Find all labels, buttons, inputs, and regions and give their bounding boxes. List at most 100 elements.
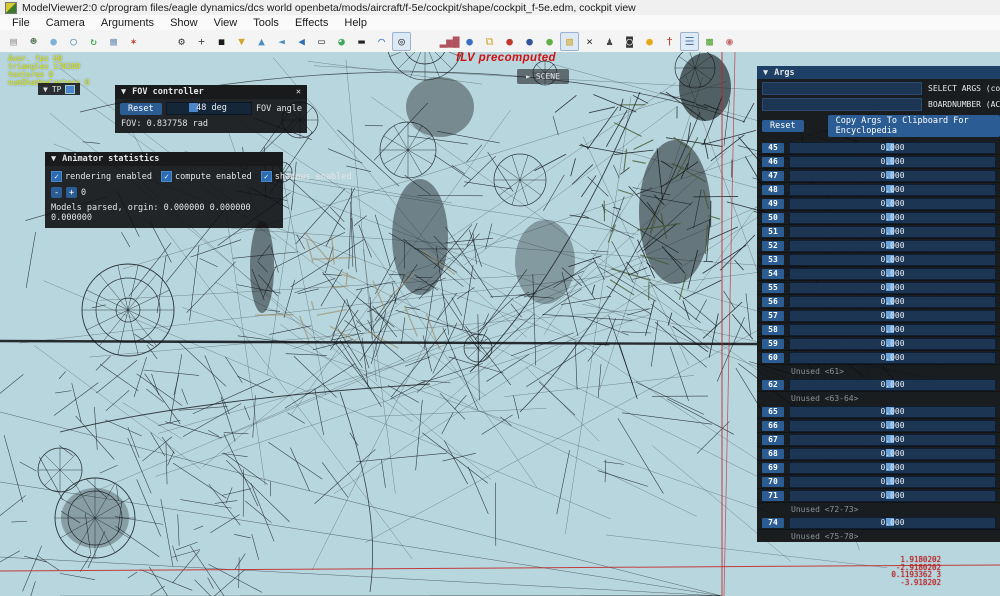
arg-value-slider[interactable]: 0.000 xyxy=(789,309,996,322)
arg-number-button[interactable]: 52 xyxy=(762,240,784,251)
menu-item-tools[interactable]: Tools xyxy=(245,17,287,29)
arg-number-button[interactable]: 49 xyxy=(762,198,784,209)
menu-item-view[interactable]: View xyxy=(206,17,246,29)
menu-item-help[interactable]: Help xyxy=(336,17,375,29)
traffic-light-icon[interactable]: ◕ xyxy=(332,32,351,51)
arg-number-button[interactable]: 67 xyxy=(762,434,784,445)
circle-outline-icon[interactable]: ○ xyxy=(64,32,83,51)
args-panel-titlebar[interactable]: ▼ Args xyxy=(757,66,1000,79)
arg-value-slider[interactable]: 0.000 xyxy=(789,461,996,474)
fov-panel-titlebar[interactable]: ▼ FOV controller ✕ xyxy=(115,85,307,99)
animator-panel-titlebar[interactable]: ▼ Animator statistics xyxy=(45,152,283,166)
menu-item-file[interactable]: File xyxy=(4,17,38,29)
copy-pages-icon[interactable]: ⧉ xyxy=(480,32,499,51)
record-icon[interactable]: ◉ xyxy=(720,32,739,51)
arg-number-button[interactable]: 58 xyxy=(762,324,784,335)
sphere-blue-icon[interactable]: ● xyxy=(460,32,479,51)
image-edit-icon[interactable]: ▧ xyxy=(560,31,579,51)
checkbox-shadows-enabled[interactable]: ✓ shadows enabled xyxy=(260,171,352,182)
menu-item-camera[interactable]: Camera xyxy=(38,17,93,29)
arg-value-slider[interactable]: 0.000 xyxy=(789,141,996,154)
menu-item-arguments[interactable]: Arguments xyxy=(93,17,162,29)
image-icon[interactable]: ▦ xyxy=(104,32,123,51)
outline-list-icon[interactable]: ☰ xyxy=(680,31,699,51)
arg-value-slider[interactable]: 0.000 xyxy=(789,197,996,210)
arg-number-button[interactable]: 53 xyxy=(762,254,784,265)
arg-number-button[interactable]: 69 xyxy=(762,462,784,473)
cone-icon[interactable]: ▲ xyxy=(252,32,271,51)
arg-number-button[interactable]: 71 xyxy=(762,490,784,501)
bar-chart-icon[interactable]: ▂▅▇ xyxy=(440,32,460,51)
mannequin-icon[interactable]: † xyxy=(660,32,679,51)
camera-rig-icon[interactable]: ⚙ xyxy=(172,32,191,51)
arrow-in-icon[interactable]: ◀ xyxy=(292,32,311,51)
circle-dot-icon[interactable]: ◎ xyxy=(392,31,411,51)
arg-value-slider[interactable]: 0.000 xyxy=(789,489,996,502)
arg-value-slider[interactable]: 0.000 xyxy=(789,475,996,488)
arg-value-slider[interactable]: 0.000 xyxy=(789,419,996,432)
arg-value-slider[interactable]: 0.000 xyxy=(789,378,996,391)
open-file-icon[interactable]: ▤ xyxy=(4,32,23,51)
quad-view-icon[interactable]: ◼ xyxy=(212,32,231,51)
arg-number-button[interactable]: 46 xyxy=(762,156,784,167)
arg-value-slider[interactable]: 0.000 xyxy=(789,239,996,252)
monitor-icon[interactable]: ▭ xyxy=(312,32,331,51)
arg-value-slider[interactable]: 0.000 xyxy=(789,281,996,294)
sphere-navy-icon[interactable]: ● xyxy=(520,32,539,51)
arg-value-slider[interactable]: 0.000 xyxy=(789,211,996,224)
args-reset-button[interactable]: Reset xyxy=(762,120,804,132)
filter-icon[interactable]: ▼ xyxy=(232,32,251,51)
checkbox-compute-enabled[interactable]: ✓ compute enabled xyxy=(161,171,252,182)
arg-number-button[interactable]: 45 xyxy=(762,142,784,153)
arrow-left-icon[interactable]: ◄ xyxy=(272,32,291,51)
screen-icon[interactable]: ▬ xyxy=(352,32,371,51)
counter-decrement-button[interactable]: - xyxy=(51,187,62,198)
close-icon[interactable]: ✕ xyxy=(296,87,301,97)
arg-number-button[interactable]: 65 xyxy=(762,406,784,417)
run-export-icon[interactable]: ✶ xyxy=(124,32,143,51)
arg-number-button[interactable]: 56 xyxy=(762,296,784,307)
arg-number-button[interactable]: 70 xyxy=(762,476,784,487)
curve-icon[interactable]: ◠ xyxy=(372,32,391,51)
user-view-icon[interactable]: ☻ xyxy=(24,32,43,51)
arg-value-slider[interactable]: 0.000 xyxy=(789,183,996,196)
arg-value-slider[interactable]: 0.000 xyxy=(789,295,996,308)
arg-number-button[interactable]: 48 xyxy=(762,184,784,195)
sphere-light-icon[interactable]: ● xyxy=(44,32,63,51)
arg-number-button[interactable]: 59 xyxy=(762,338,784,349)
menu-item-show[interactable]: Show xyxy=(162,17,206,29)
sphere-red-icon[interactable]: ● xyxy=(500,32,519,51)
arg-value-slider[interactable]: 0.000 xyxy=(789,155,996,168)
arg-value-slider[interactable]: 0.000 xyxy=(789,351,996,364)
arg-number-button[interactable]: 57 xyxy=(762,310,784,321)
menu-item-effects[interactable]: Effects xyxy=(287,17,336,29)
arg-value-slider[interactable]: 0.000 xyxy=(789,225,996,238)
arg-number-button[interactable]: 66 xyxy=(762,420,784,431)
arg-number-button[interactable]: 47 xyxy=(762,170,784,181)
fov-reset-button[interactable]: Reset xyxy=(120,102,162,115)
refresh-icon[interactable]: ↻ xyxy=(84,32,103,51)
copy-args-button[interactable]: Copy Args To Clipboard For Encyclopedia xyxy=(827,115,1000,137)
scene-panel-button[interactable]: ► SCENE xyxy=(517,69,569,84)
model-viewport[interactable]: Aver. fps 60 triangles 170309 textures 0… xyxy=(0,52,1000,596)
fov-angle-slider[interactable]: 48 deg xyxy=(165,102,252,115)
select-args-input[interactable] xyxy=(762,82,922,95)
arg-number-button[interactable]: 68 xyxy=(762,448,784,459)
grid-dots-icon[interactable]: ▩ xyxy=(700,32,719,51)
arg-number-button[interactable]: 60 xyxy=(762,352,784,363)
sphere-green-icon[interactable]: ● xyxy=(540,32,559,51)
arg-number-button[interactable]: 54 xyxy=(762,268,784,279)
arg-number-button[interactable]: 50 xyxy=(762,212,784,223)
arg-value-slider[interactable]: 0.000 xyxy=(789,337,996,350)
resize-arrows-icon[interactable]: × xyxy=(580,32,599,51)
arg-value-slider[interactable]: 0.000 xyxy=(789,433,996,446)
arg-number-button[interactable]: 55 xyxy=(762,282,784,293)
shell-icon[interactable]: ● xyxy=(640,32,659,51)
arg-number-button[interactable]: 62 xyxy=(762,379,784,390)
arg-value-slider[interactable]: 0.000 xyxy=(789,516,996,529)
counter-increment-button[interactable]: + xyxy=(66,187,77,198)
arg-value-slider[interactable]: 0.000 xyxy=(789,323,996,336)
arg-number-button[interactable]: 51 xyxy=(762,226,784,237)
crosshair-icon[interactable]: + xyxy=(192,32,211,51)
checkbox-rendering-enabled[interactable]: ✓ rendering enabled xyxy=(51,171,152,182)
